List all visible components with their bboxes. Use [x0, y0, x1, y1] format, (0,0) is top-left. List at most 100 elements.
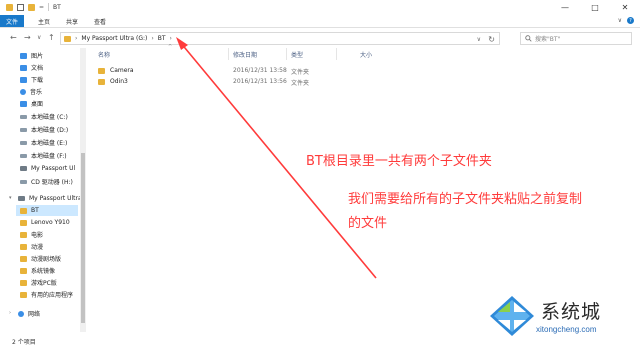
sidebar-item-desktop[interactable]: 桌面 — [20, 98, 43, 109]
navigation-bar: ← → ∨ ↑ › My Passport Ultra (G:) › BT › … — [0, 29, 640, 47]
sidebar-item-label: 本地磁盘 (C:) — [31, 114, 68, 121]
new-folder-icon[interactable] — [28, 3, 35, 11]
documents-icon — [20, 64, 27, 71]
usb-drive-icon — [20, 166, 27, 171]
sidebar-item-pictures[interactable]: 图片 — [20, 50, 43, 61]
navigation-scrollbar[interactable] — [80, 48, 86, 332]
folder-icon — [20, 279, 27, 286]
sidebar-item-cd-drive[interactable]: CD 驱动器 (H:) — [20, 176, 73, 187]
help-icon[interactable]: ? — [627, 17, 634, 24]
sidebar-item-label: 有用的应用程序 — [31, 292, 74, 299]
sidebar-item-downloads[interactable]: 下载 — [20, 74, 43, 85]
up-button[interactable]: ↑ — [48, 33, 55, 42]
column-divider[interactable] — [286, 48, 287, 60]
scrollbar-thumb[interactable] — [81, 153, 85, 323]
file-name: Camera — [110, 67, 134, 74]
drive-icon — [20, 127, 27, 132]
file-type: 文件夹 — [291, 80, 310, 87]
sidebar-item-documents[interactable]: 文档 — [20, 62, 43, 73]
sidebar-item-passport-root[interactable]: My Passport Ultra — [18, 193, 82, 204]
sidebar-item-label: 文档 — [31, 65, 44, 72]
music-icon — [20, 88, 26, 95]
file-name-cell: Odin3 — [98, 78, 128, 85]
chevron-down-icon[interactable]: ▾ — [9, 195, 12, 201]
breadcrumb-separator[interactable]: › — [170, 35, 172, 42]
folder-icon — [20, 267, 27, 274]
breadcrumb-separator: › — [75, 35, 78, 42]
sidebar-item-useful-apps[interactable]: 有用的应用程序 — [20, 289, 73, 300]
forward-button[interactable]: → — [24, 33, 31, 42]
properties-icon[interactable] — [17, 3, 24, 11]
recent-locations-button[interactable]: ∨ — [37, 34, 41, 41]
column-header-type[interactable]: 类型 — [291, 50, 303, 59]
drive-icon — [20, 114, 27, 119]
tab-share[interactable]: 共享 — [66, 15, 78, 27]
close-button[interactable]: ✕ — [610, 0, 640, 14]
sidebar-item-anime-movies[interactable]: 动漫剧场版 — [20, 253, 61, 264]
tab-view[interactable]: 查看 — [94, 15, 106, 27]
ribbon-tabs: 文件 主页 共享 查看 ∨ ? — [0, 14, 640, 28]
sidebar-item-label: 动漫剧场版 — [31, 256, 62, 263]
window-controls: — □ ✕ — [550, 0, 640, 14]
sidebar-item-label: 本地磁盘 (D:) — [31, 127, 69, 134]
table-row[interactable]: Camera 2016/12/31 13:58 文件夹 — [88, 65, 388, 76]
ribbon-controls: ∨ ? — [618, 17, 634, 24]
sidebar-item-music[interactable]: 音乐 — [20, 86, 42, 97]
folder-icon — [98, 67, 105, 74]
minimize-button[interactable]: — — [550, 0, 580, 14]
sidebar-item-label: 网络 — [28, 311, 41, 318]
sidebar-item-drive-d[interactable]: 本地磁盘 (D:) — [20, 124, 68, 135]
column-header-date[interactable]: 修改日期 — [233, 50, 257, 59]
folder-icon — [20, 291, 27, 298]
sidebar-item-label: 系统镜像 — [31, 268, 56, 275]
sidebar-item-label: 下载 — [31, 77, 44, 84]
breadcrumb-drive[interactable]: My Passport Ultra (G:) — [81, 35, 147, 42]
sidebar-item-label: 图片 — [31, 53, 44, 60]
sidebar-item-bt[interactable]: BT — [16, 205, 78, 216]
folder-icon — [20, 255, 27, 262]
refresh-button[interactable]: ↻ — [488, 35, 495, 44]
search-icon — [525, 35, 532, 42]
sidebar-item-drive-e[interactable]: 本地磁盘 (E:) — [20, 137, 67, 148]
item-count: 2 个项目 — [12, 339, 36, 346]
cd-drive-icon — [20, 179, 27, 184]
sidebar-item-anime[interactable]: 动漫 — [20, 241, 43, 252]
sort-indicator: ^ — [168, 44, 173, 50]
customize-quick-access-button[interactable]: = — [39, 4, 44, 11]
sidebar-item-system-images[interactable]: 系统镜像 — [20, 265, 55, 276]
pictures-icon — [20, 52, 27, 59]
sidebar-item-network[interactable]: 网络 — [18, 308, 40, 319]
folder-icon — [98, 78, 105, 85]
window-title: BT — [53, 3, 61, 11]
address-bar[interactable]: › My Passport Ultra (G:) › BT › ∨ ↻ — [60, 32, 500, 45]
breadcrumb-bt[interactable]: BT — [158, 35, 166, 42]
search-input[interactable]: 搜索"BT" — [520, 32, 632, 45]
column-header-name[interactable]: 名称 — [98, 50, 110, 59]
sidebar-item-passport-g[interactable]: My Passport Ul — [20, 163, 75, 174]
sidebar-item-lenovo[interactable]: Lenovo Y910 — [20, 217, 70, 228]
folder-icon — [20, 231, 27, 238]
address-dropdown-button[interactable]: ∨ — [477, 36, 481, 43]
chevron-right-icon[interactable]: › — [9, 310, 11, 316]
back-button[interactable]: ← — [10, 33, 17, 42]
sidebar-item-movies[interactable]: 电影 — [20, 229, 43, 240]
sidebar-item-drive-c[interactable]: 本地磁盘 (C:) — [20, 111, 68, 122]
breadcrumb-separator[interactable]: › — [151, 35, 153, 42]
watermark-domain: xitongcheng.com — [536, 325, 597, 334]
sidebar-item-drive-f[interactable]: 本地磁盘 (F:) — [20, 150, 67, 161]
ribbon-collapse-button[interactable]: ∨ — [618, 17, 622, 24]
file-name: Odin3 — [110, 78, 128, 85]
sidebar-item-label: BT — [31, 207, 39, 214]
column-divider[interactable] — [228, 48, 229, 60]
sidebar-item-pc-games[interactable]: 游戏PC版 — [20, 277, 57, 288]
table-row[interactable]: Odin3 2016/12/31 13:56 文件夹 — [88, 76, 388, 87]
tab-file[interactable]: 文件 — [0, 15, 24, 27]
tab-home[interactable]: 主页 — [38, 15, 50, 27]
folder-icon — [20, 243, 27, 250]
watermark: 系统城 xitongcheng.com — [488, 292, 638, 348]
maximize-button[interactable]: □ — [580, 0, 610, 14]
folder-icon — [20, 219, 27, 226]
column-divider[interactable] — [336, 48, 337, 60]
column-header-size[interactable]: 大小 — [360, 50, 372, 59]
title-bar: = BT — □ ✕ — [0, 0, 640, 14]
